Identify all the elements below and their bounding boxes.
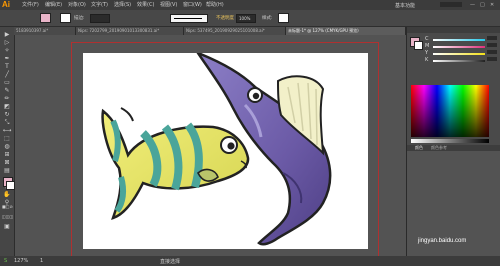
width-tool-icon[interactable]: ⟷ — [2, 127, 12, 134]
menu-bar: Ai 文件(F) 编辑(E) 对象(O) 文字(T) 选择(S) 效果(C) 视… — [0, 0, 500, 10]
opacity-label: 不透明度 — [216, 16, 234, 21]
draw-mode-icons[interactable]: ◫◫◫ — [2, 213, 13, 220]
value-k[interactable] — [487, 57, 497, 61]
brush-definition[interactable] — [170, 14, 208, 23]
search-input[interactable] — [440, 2, 462, 7]
scale-tool-icon[interactable]: ⤡ — [2, 119, 12, 126]
status-mode: 直接选择 — [160, 259, 181, 265]
slider-cyan[interactable] — [433, 39, 485, 41]
tab-document-1[interactable]: 5183910397.ai* — [14, 27, 76, 35]
label-c: C — [425, 36, 429, 42]
tools-panel: ▶ ▷ ✧ ✒ T ╱ ▭ ✎ ✏ ◩ ↻ ⤡ ⟷ ⬚ ◍ ⊞ ⊠ ▤ ⌀ ◎ … — [0, 27, 15, 256]
value-y[interactable] — [487, 50, 497, 54]
screen-mode-icon[interactable]: ▣ — [2, 223, 12, 230]
shape-builder-icon[interactable]: ◍ — [2, 143, 12, 150]
color-spectrum[interactable] — [411, 85, 489, 137]
opacity-field[interactable]: 100% — [236, 14, 256, 23]
zoom-level[interactable]: 127% — [14, 258, 28, 264]
menu-select[interactable]: 选择(S) — [114, 2, 131, 8]
rotate-tool-icon[interactable]: ↻ — [2, 111, 12, 118]
stroke-color-box[interactable] — [6, 181, 15, 190]
tab-document-2[interactable]: Nips: 7202799_20190901013300831.ai* — [76, 27, 184, 35]
status-bar: S 127% 1 直接选择 — [0, 256, 500, 266]
maximize-icon[interactable]: □ — [480, 2, 485, 8]
stroke-label: 描边: — [74, 16, 85, 21]
page-number[interactable]: 1 — [40, 258, 43, 264]
tab-document-3[interactable]: Nips: 537495_20190929025101008.ai* — [184, 27, 286, 35]
gradient-tool-icon[interactable]: ▤ — [2, 167, 12, 174]
line-tool-icon[interactable]: ╱ — [2, 71, 12, 78]
value-c[interactable] — [487, 36, 497, 40]
opacity-value: 100% — [239, 16, 251, 21]
direct-selection-tool-icon[interactable]: ▷ — [2, 39, 12, 46]
pencil-tool-icon[interactable]: ✏ — [2, 95, 12, 102]
app-badge-icon: S — [4, 258, 8, 264]
eraser-tool-icon[interactable]: ◩ — [2, 103, 12, 110]
striped-fish[interactable] — [101, 107, 250, 220]
value-m[interactable] — [487, 43, 497, 47]
menu-window[interactable]: 窗口(W) — [183, 2, 202, 8]
tab-document-active[interactable]: 未标题-1* @ 127% (CMYK/GPU 预览) — [286, 27, 406, 35]
menu-file[interactable]: 文件(F) — [22, 2, 39, 8]
fill-swatch[interactable] — [40, 13, 51, 23]
type-tool-icon[interactable]: T — [2, 63, 12, 70]
mesh-tool-icon[interactable]: ⊠ — [2, 159, 12, 166]
document-tabs: 5183910397.ai* Nips: 7202799_20190901013… — [14, 27, 406, 35]
pen-tool-icon[interactable]: ✒ — [2, 55, 12, 62]
magic-wand-icon[interactable]: ✧ — [2, 47, 12, 54]
hand-tool-icon[interactable]: ✋ — [2, 191, 12, 198]
perspective-grid-icon[interactable]: ⊞ — [2, 151, 12, 158]
minimize-icon[interactable]: — — [470, 2, 475, 8]
free-transform-icon[interactable]: ⬚ — [2, 135, 12, 142]
style-label: 样式: — [262, 16, 273, 21]
watermark: jingyan.baidu.com — [418, 238, 467, 244]
panel-stroke-swatch[interactable] — [414, 41, 423, 50]
slider-yellow[interactable] — [433, 53, 485, 55]
slider-black[interactable] — [433, 60, 485, 62]
stroke-weight-field[interactable] — [90, 14, 110, 23]
menu-effect[interactable]: 效果(C) — [137, 2, 154, 8]
color-mode-icons[interactable]: ■□⊘ — [2, 203, 13, 210]
brush-tool-icon[interactable]: ✎ — [2, 87, 12, 94]
label-k: K — [425, 57, 429, 63]
menu-type[interactable]: 文字(T) — [91, 2, 108, 8]
app-logo: Ai — [2, 0, 10, 9]
selection-tool-icon[interactable]: ▶ — [2, 31, 12, 38]
right-panel: C M Y K 颜色 颜色参考 — [406, 27, 500, 256]
menu-object[interactable]: 对象(O) — [68, 2, 86, 8]
menu-edit[interactable]: 编辑(E) — [45, 2, 62, 8]
panel-header — [407, 27, 500, 33]
workspace-switcher[interactable]: 基本功能 — [395, 2, 415, 9]
grayscale-ramp[interactable] — [411, 139, 489, 143]
menu-view[interactable]: 视图(V) — [160, 2, 177, 8]
style-swatch[interactable] — [278, 13, 289, 23]
close-icon[interactable]: ✕ — [490, 2, 494, 8]
label-m: M — [425, 43, 430, 49]
control-bar: 描边: 不透明度 100% 样式: — [0, 10, 500, 27]
artwork[interactable] — [83, 53, 368, 249]
menu-help[interactable]: 帮助(H) — [206, 2, 224, 8]
rectangle-tool-icon[interactable]: ▭ — [2, 79, 12, 86]
slider-magenta[interactable] — [433, 46, 485, 48]
label-y: Y — [425, 50, 429, 56]
stroke-swatch[interactable] — [60, 13, 71, 23]
